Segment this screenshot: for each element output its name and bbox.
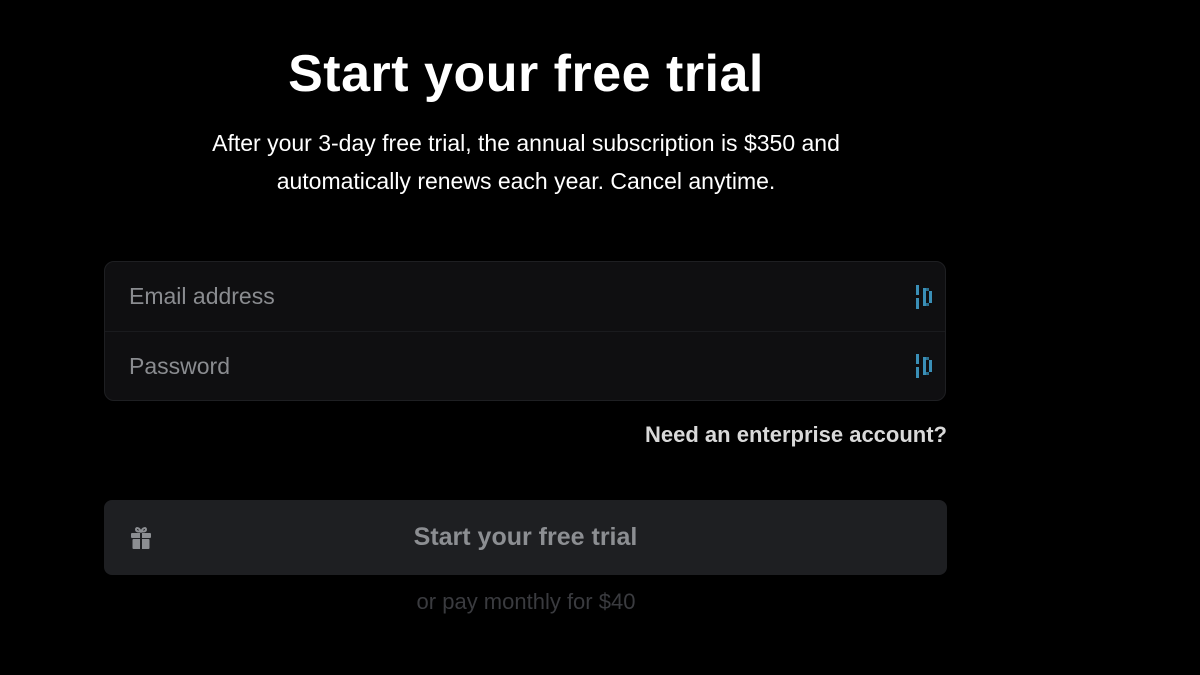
trial-description-line-2: automatically renews each year. Cancel a… — [276, 168, 776, 194]
signup-page: Start your free trial After your 3-day f… — [0, 0, 1200, 675]
gift-icon — [131, 526, 151, 549]
trial-description: After your 3-day free trial, the annual … — [105, 124, 947, 200]
password-field[interactable] — [105, 332, 945, 400]
start-free-trial-button[interactable]: Start your free trial — [104, 500, 947, 575]
credentials-form — [104, 261, 946, 401]
password-field-row — [105, 331, 945, 400]
password-manager-icon[interactable] — [915, 282, 935, 312]
email-field-row — [105, 262, 945, 331]
email-field[interactable] — [105, 262, 945, 331]
password-manager-icon[interactable] — [915, 351, 935, 381]
pay-monthly-option[interactable]: or pay monthly for $40 — [105, 587, 947, 617]
start-free-trial-label: Start your free trial — [413, 523, 638, 551]
trial-description-line-1: After your 3-day free trial, the annual … — [212, 130, 840, 156]
page-title: Start your free trial — [288, 45, 764, 103]
enterprise-account-link[interactable]: Need an enterprise account? — [645, 420, 947, 450]
